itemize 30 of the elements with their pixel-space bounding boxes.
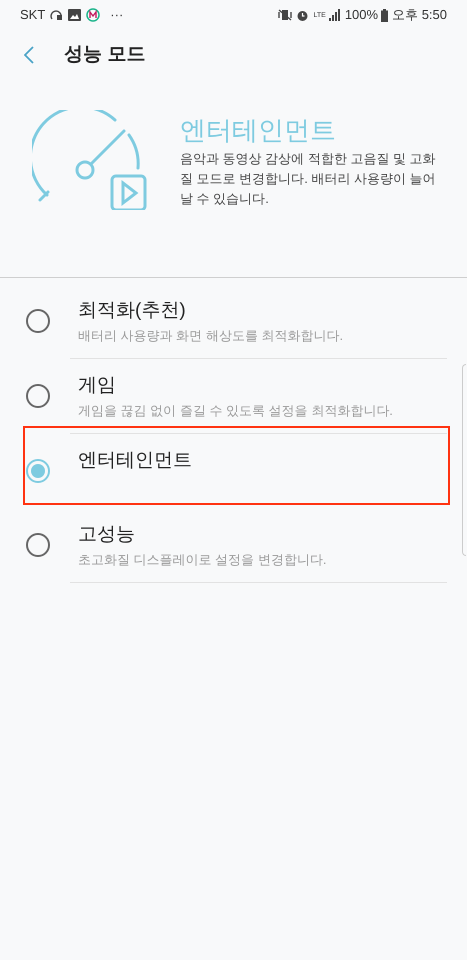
mode-option[interactable]: 고성능 초고화질 디스플레이로 설정을 변경합니다. <box>0 508 467 582</box>
more-text: ··· <box>110 6 124 24</box>
speed-icon <box>50 9 64 21</box>
radio-button[interactable] <box>26 309 50 333</box>
battery-text: 100% <box>344 6 378 24</box>
option-description: 초고화질 디스플레이로 설정을 변경합니다. <box>78 551 326 569</box>
alarm-icon <box>296 8 308 22</box>
option-label: 엔터테인먼트 <box>78 449 192 473</box>
mode-option[interactable]: 엔터테인먼트 <box>0 434 467 508</box>
mode-description: 음악과 동영상 감상에 적합한 고음질 및 고화질 모드로 변경합니다. 배터리 사용량이 늘어날 수 있습니다. <box>180 150 437 208</box>
screen-title: 성능 모드 <box>64 42 146 67</box>
mode-option[interactable]: 최적화(추천) 배터리 사용량과 화면 해상도를 최적화합니다. <box>0 284 467 358</box>
m-circle-icon <box>86 8 100 22</box>
radio-button[interactable] <box>26 459 50 483</box>
battery-icon <box>381 8 388 22</box>
option-label: 최적화(추천) <box>78 299 187 323</box>
mode-option[interactable]: 게임 게임을 끊김 없이 즐길 수 있도록 설정을 최적화합니다. <box>0 359 467 433</box>
image-icon <box>68 9 82 21</box>
option-description: 배터리 사용량과 화면 해상도를 최적화합니다. <box>78 327 344 345</box>
radio-button[interactable] <box>26 533 50 557</box>
option-label: 게임 <box>78 374 117 398</box>
signal-icon <box>328 9 341 21</box>
time-text: 오후 5:50 <box>392 6 447 24</box>
radio-button[interactable] <box>26 384 50 408</box>
vibrate-icon <box>278 9 292 21</box>
mode-title: 엔터테인먼트 <box>180 114 337 146</box>
carrier-text: SKT <box>20 6 46 24</box>
speedometer-play-icon <box>32 110 148 210</box>
option-description: 게임을 끊김 없이 즐길 수 있도록 설정을 최적화합니다. <box>78 402 393 420</box>
option-label: 고성능 <box>78 523 136 547</box>
